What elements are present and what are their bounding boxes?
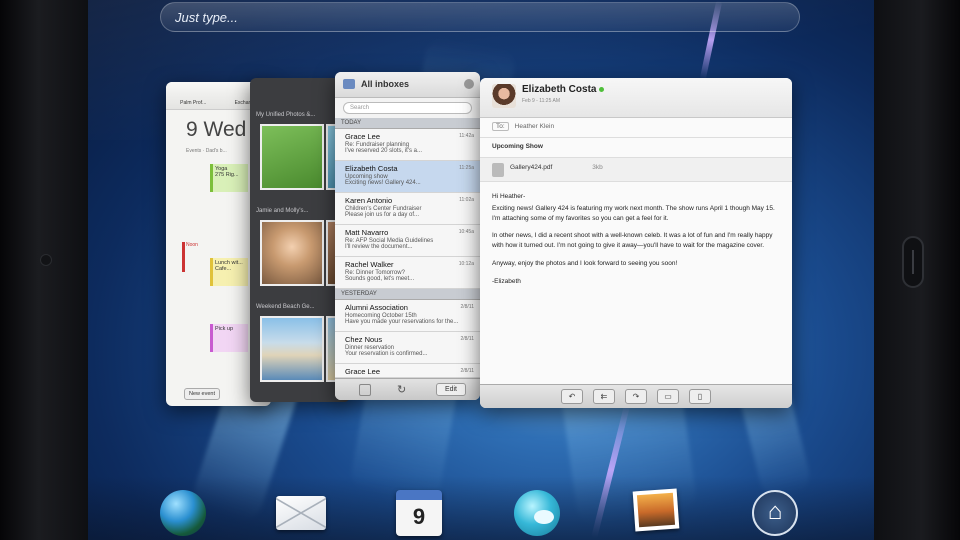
message-row[interactable]: Alumni Association Homecoming October 15t… [335,300,480,332]
message-row[interactable]: Matt Navarro Re: AFP Social Media Guideli… [335,225,480,257]
forward-icon[interactable]: ↷ [625,389,647,404]
to-field: To: Heather Klein [480,118,792,138]
inbox-search-input[interactable]: Search [343,102,472,114]
reply-icon[interactable]: ↶ [561,389,583,404]
message-time: 2/8/11 [460,336,474,342]
message-preview: Have you made your reservations for the.… [345,319,459,325]
message-preview: Exciting news! Gallery 424... [345,180,421,186]
calendar-icon[interactable]: 9 [396,490,442,536]
album-title: Weekend Beach Ge... [256,304,315,310]
message-time: 2/8/11 [460,304,474,310]
message-preview: Sounds good, let's meet... [345,276,415,282]
inbox-header: All inboxes [335,72,480,98]
compose-icon[interactable] [359,384,371,396]
calendar-event[interactable]: Yoga 275 Rig... [210,164,248,192]
calendar-icon-date: 9 [412,504,426,529]
center-button-icon [912,250,914,274]
mail-icon [343,79,355,89]
message-time: 11:02a [459,197,474,203]
message-body: Hi Heather- Exciting news! Gallery 424 i… [480,182,792,304]
message-row[interactable]: Grace Lee Re: Fundraiser planning I've res… [335,129,480,161]
message-preview: I'll review the document... [345,244,413,250]
body-paragraph: Hi Heather- [492,193,526,200]
messaging-icon[interactable] [514,490,560,536]
message-row-selected[interactable]: Elizabeth Costa Upcoming show Exciting new… [335,161,480,193]
avatar [492,84,516,108]
message-preview: I've reserved 20 slots, it's a... [345,148,422,154]
message-header: Elizabeth Costa Feb 9 - 11:25 AM [480,78,792,118]
message-row[interactable]: Grace Lee 2/8/11 [335,364,480,378]
sender-name: Elizabeth Costa [522,84,605,95]
to-value: Heather Klein [514,123,555,130]
message-preview: Please join us for a day of... [345,212,420,218]
calendar-event[interactable]: Pick up [210,324,248,352]
message-time: 2/8/11 [460,368,474,374]
message-date: Feb 9 - 11:25 AM [522,98,560,104]
email-inbox-card[interactable]: All inboxes Search TODAY Grace Lee Re: Fu… [335,72,480,400]
message-toolbar: ↶ ⇇ ↷ ▭ ▯ [480,384,792,408]
message-row[interactable]: Chez Nous Dinner reservation Your reservat… [335,332,480,364]
message-sender: Elizabeth Costa [345,164,398,173]
event-location: 275 Rig... [215,172,239,178]
calendar-events-label: Events · Dad's b... [186,148,227,154]
move-to-folder-icon[interactable]: ▭ [657,389,679,404]
message-row[interactable]: Karen Antonio Children's Center Fundraise… [335,193,480,225]
calendar-tab[interactable]: Palm Prof... [180,100,206,109]
calendar-event[interactable]: Lunch wit... Cafe... [210,258,248,286]
photo-thumbnail[interactable] [260,220,324,286]
photo-thumbnail[interactable] [260,316,324,382]
attachment-size: 3kb [592,164,603,171]
web-browser-icon[interactable] [160,490,206,536]
event-title: Pick up [215,326,234,332]
email-message-card[interactable]: Elizabeth Costa Feb 9 - 11:25 AM To: Heat… [480,78,792,408]
message-sender: Grace Lee [345,367,381,376]
photo-thumbnail[interactable] [260,124,324,190]
photos-icon[interactable] [632,488,680,532]
event-location: Cafe... [215,266,232,272]
refresh-icon[interactable]: ↻ [397,383,406,396]
body-paragraph: In other news, I did a recent shoot with… [492,232,773,249]
message-time: 10:45a [458,229,474,235]
message-sender: Matt Navarro [345,228,389,237]
noon-label: Noon [186,242,198,248]
body-paragraph: Anyway, enjoy the photos and I look forw… [492,259,678,267]
album-title: Jamie and Molly's... [256,208,309,214]
center-button[interactable] [902,236,924,288]
attachment[interactable]: Gallery424.pdf 3kb [480,158,792,182]
online-status-icon [599,86,605,92]
to-label: To: [492,122,509,131]
reply-all-icon[interactable]: ⇇ [593,389,615,404]
delete-icon[interactable]: ▯ [689,389,711,404]
inbox-toolbar: ↻ Edit [335,378,480,400]
section-header-today: TODAY [335,118,480,129]
message-preview: Your reservation is confirmed... [345,351,428,357]
message-subject: Upcoming Show [480,138,792,158]
message-sender: Karen Antonio [345,196,393,205]
download-icon [492,163,504,177]
message-time: 11:25a [459,165,474,171]
camera-icon [40,254,52,266]
current-time-marker [182,242,185,272]
launcher-icon[interactable]: ⌂ [752,490,798,536]
sort-icon[interactable] [464,79,474,89]
message-row[interactable]: Rachel Walker Re: Dinner Tomorrow? Sounds … [335,257,480,289]
message-sender: Grace Lee [345,132,381,141]
attachment-name: Gallery424.pdf [510,164,553,171]
message-sender: Alumni Association [345,303,408,312]
message-sender: Chez Nous [345,335,383,344]
just-type-search[interactable]: Just type... [160,2,800,32]
section-header-yesterday: YESTERDAY [335,289,480,300]
edit-button[interactable]: Edit [435,383,466,396]
body-paragraph: Exciting news! Gallery 424 is featuring … [492,204,775,222]
message-time: 11:42a [459,133,474,139]
email-icon[interactable] [276,496,326,530]
message-sender: Rachel Walker [345,260,394,269]
new-event-button[interactable]: New event [184,388,220,400]
body-paragraph: -Elizabeth [492,277,521,285]
message-time: 10:12a [458,261,474,267]
inbox-title: All inboxes [361,79,410,89]
